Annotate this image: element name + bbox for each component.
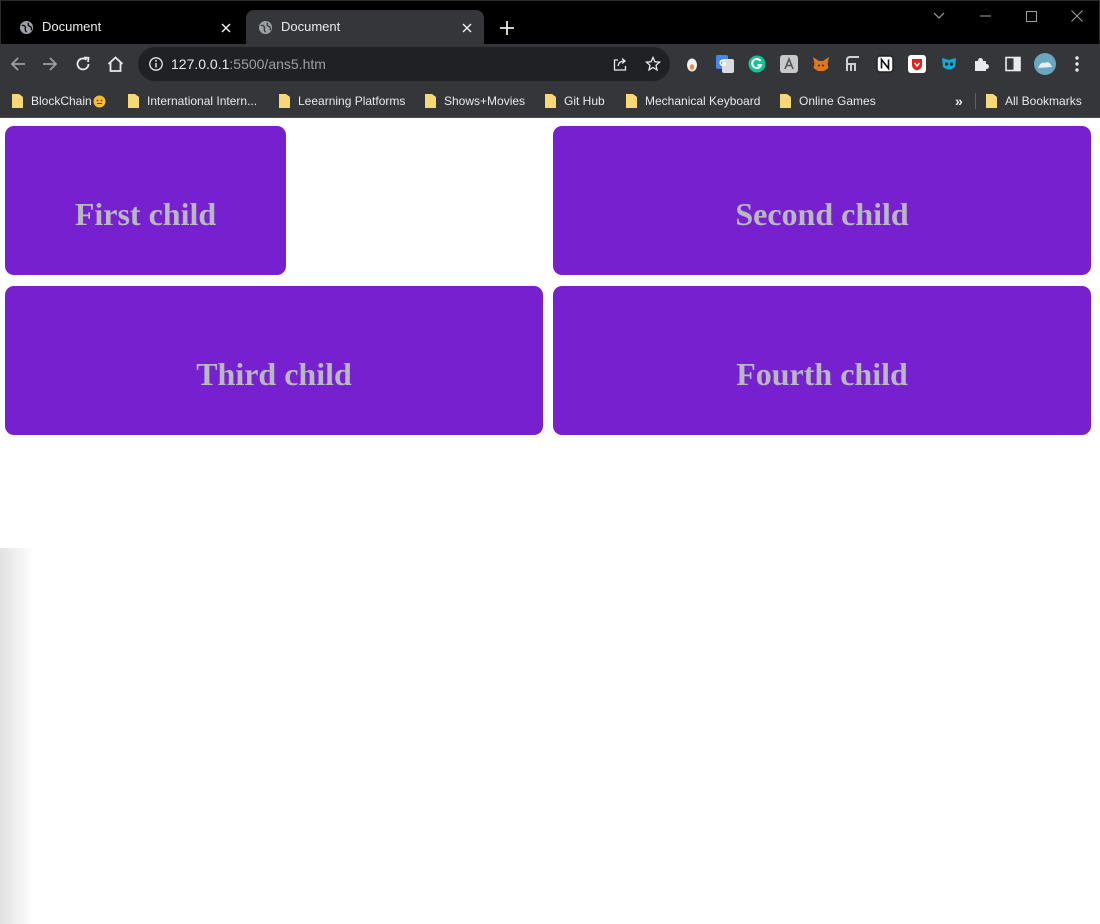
folder-icon: [12, 94, 23, 108]
bookmark-folder-international[interactable]: International Intern...: [128, 92, 257, 110]
bookmark-label: International Intern...: [147, 94, 258, 108]
extension-shield-icon[interactable]: [908, 55, 926, 73]
emoji-icon: [93, 95, 106, 107]
minimize-icon[interactable]: [972, 5, 998, 27]
bookmark-folder-github[interactable]: Git Hub: [545, 92, 605, 110]
extension-a-icon[interactable]: [780, 55, 798, 73]
third-child-box: Third child: [5, 286, 543, 435]
globe-icon: [19, 20, 34, 35]
forward-arrow-icon[interactable]: [38, 52, 62, 76]
tab-title: Document: [42, 19, 102, 34]
back-arrow-icon[interactable]: [6, 52, 30, 76]
new-tab-plus-icon[interactable]: [495, 16, 519, 40]
url-text: 127.0.0.1:5500/ans5.htm: [171, 56, 326, 72]
folder-icon: [425, 94, 436, 108]
info-icon[interactable]: [148, 56, 164, 72]
folder-icon: [128, 94, 139, 108]
puzzle-icon[interactable]: [972, 55, 990, 73]
url-host: 127.0.0.1: [171, 56, 230, 72]
tab-document-2[interactable]: Document: [246, 10, 484, 45]
address-bar[interactable]: 127.0.0.1:5500/ans5.htm: [138, 47, 670, 81]
tab-close-icon[interactable]: [458, 19, 476, 37]
avatar[interactable]: [1034, 53, 1056, 75]
reload-icon[interactable]: [71, 52, 95, 76]
bookmark-folder-blockchain[interactable]: BlockChain: [12, 92, 106, 110]
bookmark-label: Leearning Platforms: [298, 94, 406, 108]
tab-search-chevron-icon[interactable]: [926, 5, 952, 27]
extension-f-icon[interactable]: [844, 55, 862, 73]
fourth-child-box: Fourth child: [553, 286, 1091, 435]
all-bookmarks-button[interactable]: All Bookmarks: [986, 92, 1082, 110]
overflow-chevron-icon: »: [955, 93, 963, 109]
folder-icon: [986, 94, 997, 108]
metamask-fox-icon[interactable]: [812, 55, 830, 73]
star-icon[interactable]: [645, 56, 661, 72]
home-icon[interactable]: [103, 52, 127, 76]
box-label: Fourth child: [736, 355, 908, 392]
extension-egg-icon[interactable]: [684, 55, 700, 73]
globe-icon: [258, 20, 273, 35]
second-child-box: Second child: [553, 126, 1091, 275]
maximize-icon[interactable]: [1018, 5, 1044, 27]
bookmarks-overflow-button[interactable]: »: [955, 92, 963, 110]
browser-toolbar: 127.0.0.1:5500/ans5.htm G: [0, 44, 1100, 84]
tab-strip: Document Document: [0, 0, 1100, 45]
box-label: Third child: [196, 355, 352, 392]
bookmark-folder-keyboard[interactable]: Mechanical Keyboard: [626, 92, 760, 110]
all-bookmarks-label: All Bookmarks: [1005, 94, 1082, 108]
folder-icon: [626, 94, 637, 108]
folder-icon: [279, 94, 290, 108]
tab-close-icon[interactable]: [217, 19, 235, 37]
window-edge-shadow: [0, 548, 34, 924]
bookmark-folder-shows[interactable]: Shows+Movies: [425, 92, 525, 110]
bookmark-label: Mechanical Keyboard: [645, 94, 761, 108]
bookmarks-divider: [975, 93, 976, 109]
bookmark-folder-games[interactable]: Online Games: [780, 92, 876, 110]
tab-title: Document: [281, 19, 341, 34]
first-child-box: First child: [5, 126, 286, 275]
box-label: First child: [74, 195, 217, 232]
folder-icon: [545, 94, 556, 108]
bookmark-label: Online Games: [799, 94, 876, 108]
bookmark-folder-learning[interactable]: Leearning Platforms: [279, 92, 405, 110]
side-panel-icon[interactable]: [1004, 55, 1022, 73]
page-viewport: First child Second child Third child Fou…: [0, 118, 1100, 924]
share-icon[interactable]: [612, 56, 628, 72]
bookmark-label: BlockChain: [31, 94, 92, 108]
bookmark-label: Git Hub: [564, 94, 605, 108]
tab-document-1[interactable]: Document: [7, 10, 243, 45]
google-translate-icon[interactable]: G: [716, 55, 734, 73]
url-path: :5500/ans5.htm: [229, 56, 326, 72]
grammarly-icon[interactable]: [748, 55, 766, 73]
bookmark-label: Shows+Movies: [444, 94, 526, 108]
kebab-menu-icon[interactable]: [1069, 55, 1085, 73]
extension-owl-icon[interactable]: [940, 55, 958, 73]
svg-text:G: G: [719, 59, 726, 69]
notion-icon[interactable]: [876, 55, 894, 73]
close-window-icon[interactable]: [1064, 5, 1090, 27]
folder-icon: [780, 94, 791, 108]
box-label: Second child: [735, 195, 909, 232]
bookmarks-bar: BlockChain International Intern... Leear…: [0, 84, 1100, 118]
